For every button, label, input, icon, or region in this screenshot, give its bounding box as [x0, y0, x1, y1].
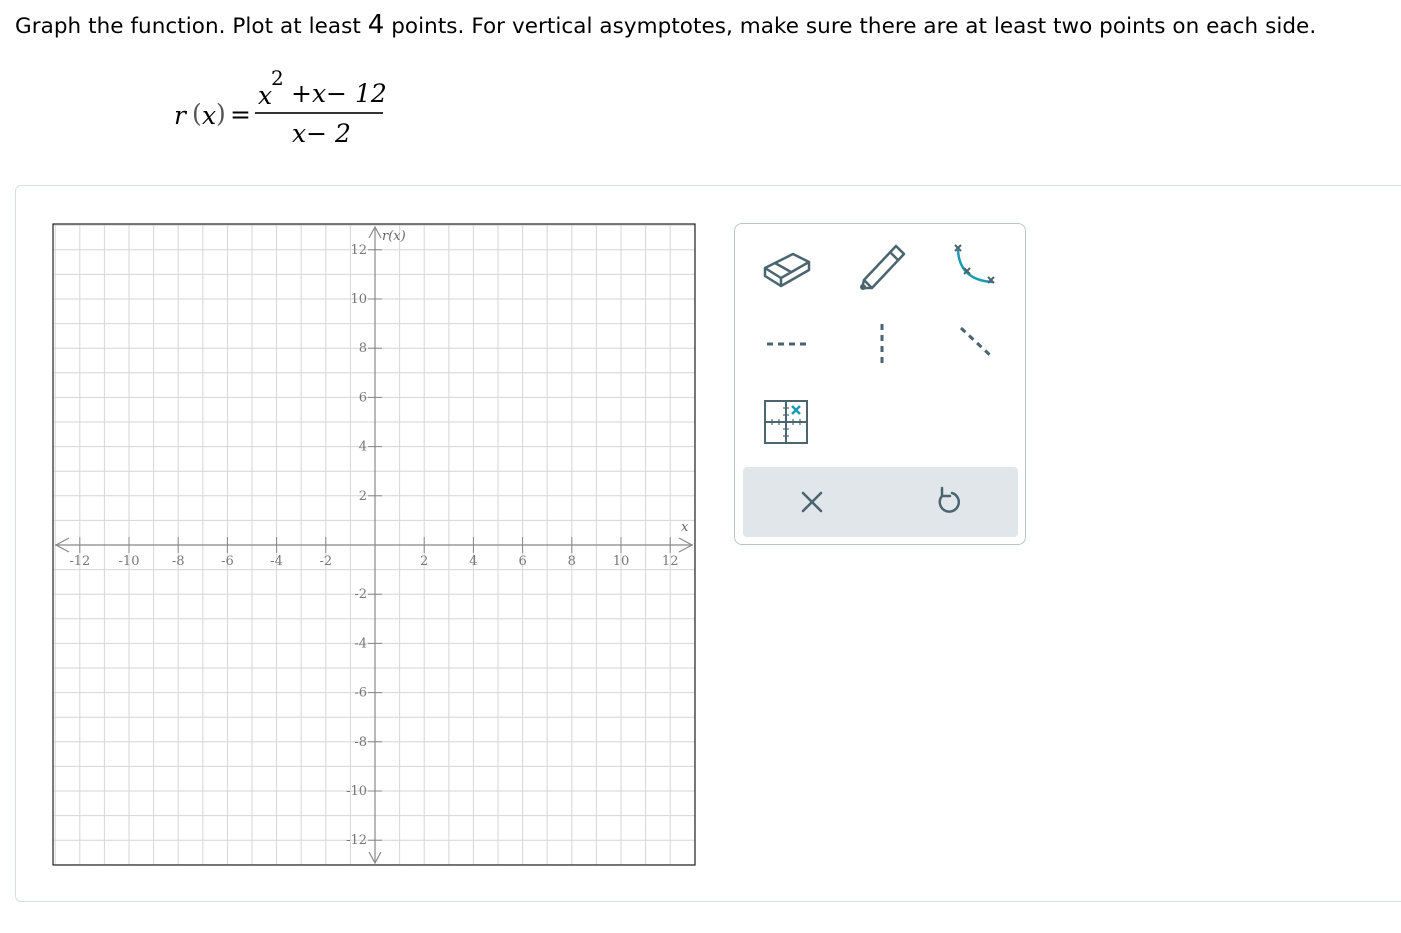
y-tick-label: -4	[354, 636, 367, 651]
clear-button[interactable]	[787, 477, 837, 527]
y-tick-label: 12	[350, 243, 367, 258]
eraser-tool[interactable]	[755, 236, 825, 296]
curve-tool[interactable]	[943, 236, 1013, 296]
x-tick-label: 2	[420, 554, 428, 569]
y-tick-label: 10	[350, 292, 367, 307]
y-tick-label: -8	[354, 735, 367, 750]
pencil-tool[interactable]	[850, 236, 920, 296]
x-tick-label: -4	[270, 554, 283, 569]
eraser-icon	[763, 252, 811, 288]
y-tick-label: 6	[359, 390, 367, 405]
y-tick-label: -2	[354, 587, 367, 602]
grid-point-icon	[764, 400, 808, 444]
x-tick-label: -10	[119, 554, 140, 569]
horizontal-dashed-line-icon	[767, 342, 809, 346]
y-tick-label: 2	[359, 489, 367, 504]
undo-icon	[938, 486, 961, 513]
x-tick-label: 12	[662, 554, 679, 569]
horizontal-asymptote-tool[interactable]	[755, 314, 825, 374]
curve-icon	[954, 244, 995, 284]
pencil-icon	[860, 244, 906, 290]
y-axis-label: r(x)	[382, 229, 406, 244]
vertical-asymptote-tool[interactable]	[847, 314, 917, 374]
y-tick-label: -12	[346, 833, 367, 848]
close-icon	[801, 491, 823, 513]
x-tick-label: 8	[568, 554, 576, 569]
coordinate-graph[interactable]: -12 -10 -8 -6 -4 -2 2 4 6 8 10 12 12 10 8 6 4 2 -2 -4 -6 -8 -1…	[0, 0, 1401, 933]
slant-asymptote-tool[interactable]	[943, 314, 1013, 374]
hole-point-tool[interactable]	[755, 391, 825, 451]
y-tick-label: -6	[354, 686, 367, 701]
x-tick-label: -6	[221, 554, 234, 569]
x-tick-label: 10	[613, 554, 630, 569]
x-tick-label: -12	[69, 554, 90, 569]
vertical-dashed-line-icon	[880, 324, 884, 366]
x-tick-label: -2	[319, 554, 332, 569]
x-tick-label: 6	[518, 554, 526, 569]
y-tick-label: 8	[359, 341, 367, 356]
toolbox-action-bar	[743, 467, 1018, 537]
graph-toolbox	[734, 223, 1026, 545]
slant-dashed-line-icon	[959, 326, 993, 358]
y-tick-label: -10	[346, 784, 367, 799]
y-tick-label: 4	[359, 440, 367, 455]
undo-button[interactable]	[924, 477, 974, 527]
x-tick-label: -8	[172, 554, 185, 569]
x-tick-label: 4	[469, 554, 477, 569]
x-axis-label: x	[681, 520, 689, 535]
